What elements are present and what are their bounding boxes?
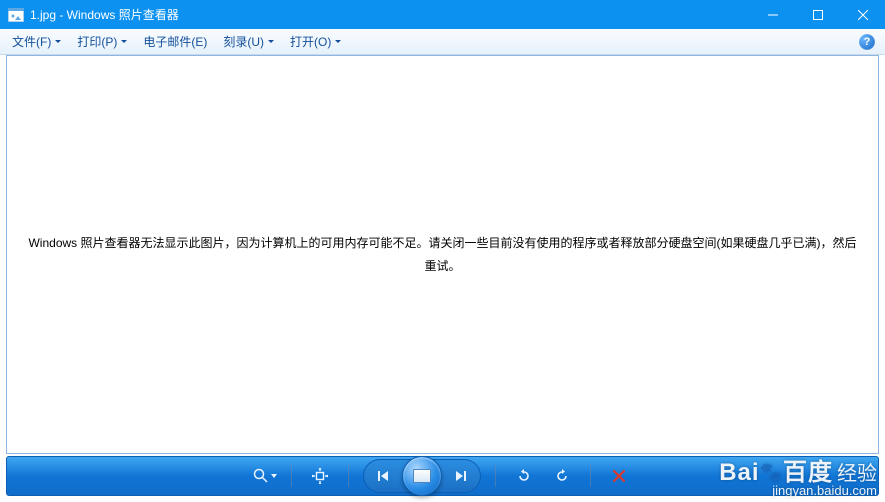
chevron-down-icon bbox=[271, 474, 277, 478]
menu-label: 打开(O) bbox=[290, 33, 331, 50]
titlebar: 1.jpg - Windows 照片查看器 bbox=[0, 0, 885, 29]
menu-print[interactable]: 打印(P) bbox=[69, 29, 135, 54]
rotate-cw-button[interactable] bbox=[548, 463, 576, 489]
maximize-button[interactable] bbox=[795, 0, 840, 29]
next-button[interactable] bbox=[444, 462, 478, 490]
help-button[interactable]: ? bbox=[859, 34, 875, 50]
menu-burn[interactable]: 刻录(U) bbox=[215, 29, 282, 54]
error-message: Windows 照片查看器无法显示此图片，因为计算机上的可用内存可能不足。请关闭… bbox=[27, 232, 858, 278]
previous-button[interactable] bbox=[366, 462, 400, 490]
menu-label: 文件(F) bbox=[12, 33, 51, 50]
zoom-button[interactable] bbox=[253, 463, 277, 489]
divider bbox=[590, 465, 591, 487]
close-button[interactable] bbox=[840, 0, 885, 29]
divider bbox=[291, 465, 292, 487]
menu-label: 电子邮件(E) bbox=[143, 33, 207, 50]
divider bbox=[348, 465, 349, 487]
delete-button[interactable] bbox=[605, 463, 633, 489]
menu-file[interactable]: 文件(F) bbox=[4, 29, 69, 54]
dropdown-arrow-icon bbox=[268, 40, 274, 43]
minimize-button[interactable] bbox=[750, 0, 795, 29]
dropdown-arrow-icon bbox=[121, 40, 127, 43]
app-icon bbox=[8, 8, 24, 22]
menu-label: 打印(P) bbox=[77, 33, 117, 50]
menubar: 文件(F) 打印(P) 电子邮件(E) 刻录(U) 打开(O) ? bbox=[0, 29, 885, 55]
nav-group bbox=[363, 459, 481, 493]
divider bbox=[495, 465, 496, 487]
rotate-ccw-button[interactable] bbox=[510, 463, 538, 489]
fit-button[interactable] bbox=[306, 463, 334, 489]
dropdown-arrow-icon bbox=[335, 40, 341, 43]
dropdown-arrow-icon bbox=[55, 40, 61, 43]
slideshow-button[interactable] bbox=[402, 456, 442, 496]
content-area: Windows 照片查看器无法显示此图片，因为计算机上的可用内存可能不足。请关闭… bbox=[6, 55, 879, 454]
help-icon-glyph: ? bbox=[864, 36, 871, 48]
slideshow-icon bbox=[413, 469, 431, 483]
window-title: 1.jpg - Windows 照片查看器 bbox=[30, 6, 179, 23]
menu-open[interactable]: 打开(O) bbox=[282, 29, 349, 54]
menu-label: 刻录(U) bbox=[223, 33, 264, 50]
toolbar bbox=[6, 456, 879, 496]
menu-email[interactable]: 电子邮件(E) bbox=[135, 29, 215, 54]
